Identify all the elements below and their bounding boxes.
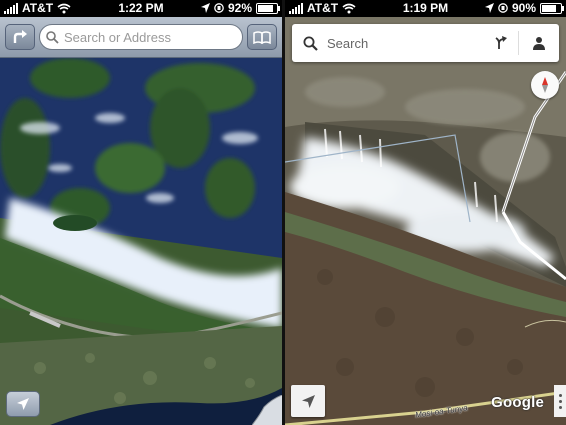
battery-icon: [540, 2, 564, 14]
status-right-group: 92%: [200, 1, 280, 15]
satellite-imagery: [0, 58, 282, 425]
left-phone-screen: AT&T 1:22 PM 92% Search or Address: [0, 0, 282, 425]
satellite-map-view[interactable]: [0, 58, 282, 425]
directions-button[interactable]: [5, 24, 35, 50]
location-arrow-icon: [17, 398, 29, 410]
satellite-3d-map-view[interactable]: Mosi-oa-Tunya: [285, 17, 566, 425]
compass-icon: [542, 77, 548, 93]
open-book-icon: [253, 30, 271, 44]
comparison-screenshot: AT&T 1:22 PM 92% Search or Address AT&T …: [0, 0, 566, 425]
locate-me-button[interactable]: [6, 391, 40, 417]
search-bar[interactable]: Search: [292, 24, 559, 62]
profile-button[interactable]: [519, 24, 559, 62]
page-curl-button[interactable]: [251, 394, 282, 425]
person-icon: [533, 37, 545, 50]
satellite-imagery: [285, 17, 566, 425]
google-watermark: Google: [491, 394, 544, 411]
more-vertical-icon[interactable]: [554, 385, 566, 417]
compass-button[interactable]: [531, 71, 559, 99]
search-icon: [46, 30, 59, 44]
orientation-lock-icon: [214, 3, 224, 13]
directions-button[interactable]: [484, 24, 518, 62]
battery-percent: 92%: [227, 1, 252, 15]
page-curl-icon: [251, 394, 282, 425]
battery-percent: 90%: [511, 1, 536, 15]
search-icon: [303, 36, 318, 51]
orientation-lock-icon: [498, 3, 508, 13]
location-services-icon: [200, 3, 210, 13]
directions-fork-icon: [495, 36, 507, 49]
location-services-icon: [484, 3, 494, 13]
locate-me-button[interactable]: [291, 385, 325, 417]
top-toolbar: Search or Address: [0, 17, 282, 58]
search-placeholder: Search or Address: [64, 29, 171, 45]
search-placeholder: Search: [327, 35, 369, 51]
status-bar: AT&T 1:19 PM 90%: [285, 0, 566, 17]
status-right-group: 90%: [484, 1, 564, 15]
location-arrow-icon: [301, 394, 315, 408]
right-phone-screen: AT&T 1:19 PM 90% Mosi-oa-Tunya Search Go…: [285, 0, 566, 425]
search-input[interactable]: Search or Address: [39, 24, 243, 50]
battery-icon: [256, 2, 280, 14]
bookmarks-button[interactable]: [247, 24, 277, 50]
status-bar: AT&T 1:22 PM 92%: [0, 0, 282, 17]
turn-right-arrow-icon: [13, 30, 27, 43]
